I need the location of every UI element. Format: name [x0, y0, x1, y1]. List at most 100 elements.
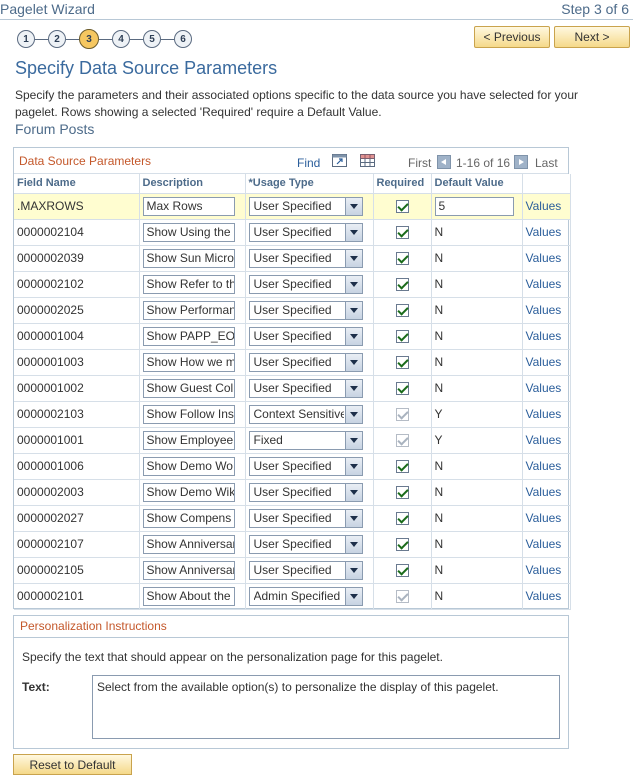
description-input[interactable]: Show Follow Ins	[142, 404, 235, 424]
usage-type-select[interactable]: Context Sensitive	[248, 404, 363, 424]
description-input[interactable]: Show Anniversar	[142, 534, 235, 554]
required-checkbox[interactable]	[395, 278, 409, 292]
find-link[interactable]: Find	[297, 156, 320, 170]
required-checkbox[interactable]	[395, 486, 409, 500]
values-link[interactable]: Values	[526, 407, 562, 421]
chevron-down-icon[interactable]	[344, 483, 362, 501]
required-checkbox[interactable]	[395, 356, 409, 370]
chevron-down-icon[interactable]	[344, 561, 362, 579]
chevron-down-icon[interactable]	[344, 405, 362, 423]
values-link[interactable]: Values	[526, 589, 562, 603]
required-checkbox[interactable]	[395, 512, 409, 526]
usage-type-select[interactable]: User Specified	[248, 352, 363, 372]
download-grid-icon[interactable]	[360, 154, 375, 167]
usage-type-select[interactable]: User Specified	[248, 326, 363, 346]
usage-type-select[interactable]: User Specified	[248, 196, 363, 216]
description-input[interactable]: Show Compens	[142, 508, 235, 528]
required-checkbox[interactable]	[395, 460, 409, 474]
values-link[interactable]: Values	[526, 225, 562, 239]
chevron-down-icon[interactable]	[344, 301, 362, 319]
description-input[interactable]: Show Employee	[142, 430, 235, 450]
required-checkbox[interactable]	[395, 252, 409, 266]
required-checkbox[interactable]	[395, 200, 409, 214]
next-button[interactable]: Next >	[554, 26, 630, 48]
usage-type-select[interactable]: User Specified	[248, 300, 363, 320]
description-input[interactable]: Show PAPP_EO_	[142, 326, 235, 346]
usage-type-select[interactable]: User Specified	[248, 560, 363, 580]
previous-page-icon[interactable]	[437, 155, 451, 169]
usage-type-select[interactable]: User Specified	[248, 482, 363, 502]
chevron-down-icon[interactable]	[344, 327, 362, 345]
required-checkbox[interactable]	[395, 304, 409, 318]
view-all-icon[interactable]	[332, 154, 347, 167]
description-input[interactable]: Show Guest Col	[142, 378, 235, 398]
chevron-down-icon[interactable]	[344, 249, 362, 267]
next-page-icon[interactable]	[514, 155, 528, 169]
step-1-circle[interactable]: 1	[17, 30, 35, 48]
description-cell: Show Demo Wik	[139, 479, 246, 506]
description-input[interactable]: Max Rows	[142, 196, 235, 216]
values-link[interactable]: Values	[526, 329, 562, 343]
usage-type-select[interactable]: User Specified	[248, 274, 363, 294]
chevron-down-icon[interactable]	[344, 431, 362, 449]
table-header-row: Field Name Description *Usage Type Required…	[14, 174, 571, 194]
usage-type-select[interactable]: User Specified	[248, 456, 363, 476]
description-input[interactable]: Show Performan	[142, 300, 235, 320]
usage-type-cell: User Specified	[245, 245, 374, 272]
default-value-cell: N	[431, 245, 523, 272]
description-input[interactable]: Show Demo Wik	[142, 482, 235, 502]
chevron-down-icon[interactable]	[344, 275, 362, 293]
usage-type-value: User Specified	[253, 354, 332, 369]
required-checkbox[interactable]	[395, 564, 409, 578]
chevron-down-icon[interactable]	[344, 353, 362, 371]
default-value-input[interactable]: 5	[434, 196, 514, 216]
step-2-circle[interactable]: 2	[48, 30, 66, 48]
values-link[interactable]: Values	[526, 303, 562, 317]
values-link[interactable]: Values	[526, 563, 562, 577]
values-link[interactable]: Values	[526, 381, 562, 395]
required-checkbox[interactable]	[395, 330, 409, 344]
values-link[interactable]: Values	[526, 485, 562, 499]
required-checkbox[interactable]	[395, 382, 409, 396]
chevron-down-icon[interactable]	[344, 587, 362, 605]
personalization-text-field[interactable]: Select from the available option(s) to p…	[92, 675, 560, 739]
chevron-down-icon[interactable]	[344, 379, 362, 397]
reset-to-default-button[interactable]: Reset to Default	[13, 754, 132, 775]
description-input[interactable]: Show How we m	[142, 352, 235, 372]
description-input[interactable]: Show Using the	[142, 222, 235, 242]
required-checkbox[interactable]	[395, 226, 409, 240]
step-6-circle[interactable]: 6	[174, 30, 192, 48]
values-link[interactable]: Values	[526, 433, 562, 447]
usage-type-select[interactable]: User Specified	[248, 534, 363, 554]
chevron-down-icon[interactable]	[344, 197, 362, 215]
chevron-down-icon[interactable]	[344, 223, 362, 241]
step-4-circle[interactable]: 4	[112, 30, 130, 48]
values-link[interactable]: Values	[526, 251, 562, 265]
values-link[interactable]: Values	[526, 199, 562, 213]
required-checkbox[interactable]	[395, 538, 409, 552]
usage-type-select[interactable]: Fixed	[248, 430, 363, 450]
usage-type-value: User Specified	[253, 510, 332, 525]
chevron-down-icon[interactable]	[344, 509, 362, 527]
step-3-circle[interactable]: 3	[79, 29, 99, 49]
values-link[interactable]: Values	[526, 277, 562, 291]
description-input[interactable]: Show Sun Micros	[142, 248, 235, 268]
values-link[interactable]: Values	[526, 355, 562, 369]
description-input[interactable]: Show Anniversar	[142, 560, 235, 580]
values-link[interactable]: Values	[526, 511, 562, 525]
previous-button[interactable]: < Previous	[474, 26, 550, 48]
usage-type-select[interactable]: User Specified	[248, 248, 363, 268]
description-input[interactable]: Show Refer to th	[142, 274, 235, 294]
usage-type-select[interactable]: User Specified	[248, 378, 363, 398]
usage-type-select[interactable]: User Specified	[248, 222, 363, 242]
usage-type-select[interactable]: User Specified	[248, 508, 363, 528]
chevron-down-icon[interactable]	[344, 535, 362, 553]
values-link[interactable]: Values	[526, 459, 562, 473]
step-5-circle[interactable]: 5	[143, 30, 161, 48]
chevron-down-icon[interactable]	[344, 457, 362, 475]
description-input[interactable]: Show Demo Wo	[142, 456, 235, 476]
values-link[interactable]: Values	[526, 537, 562, 551]
usage-type-select[interactable]: Admin Specified	[248, 586, 363, 606]
description-input[interactable]: Show About the I	[142, 586, 235, 606]
column-header-3: Required	[373, 174, 432, 194]
